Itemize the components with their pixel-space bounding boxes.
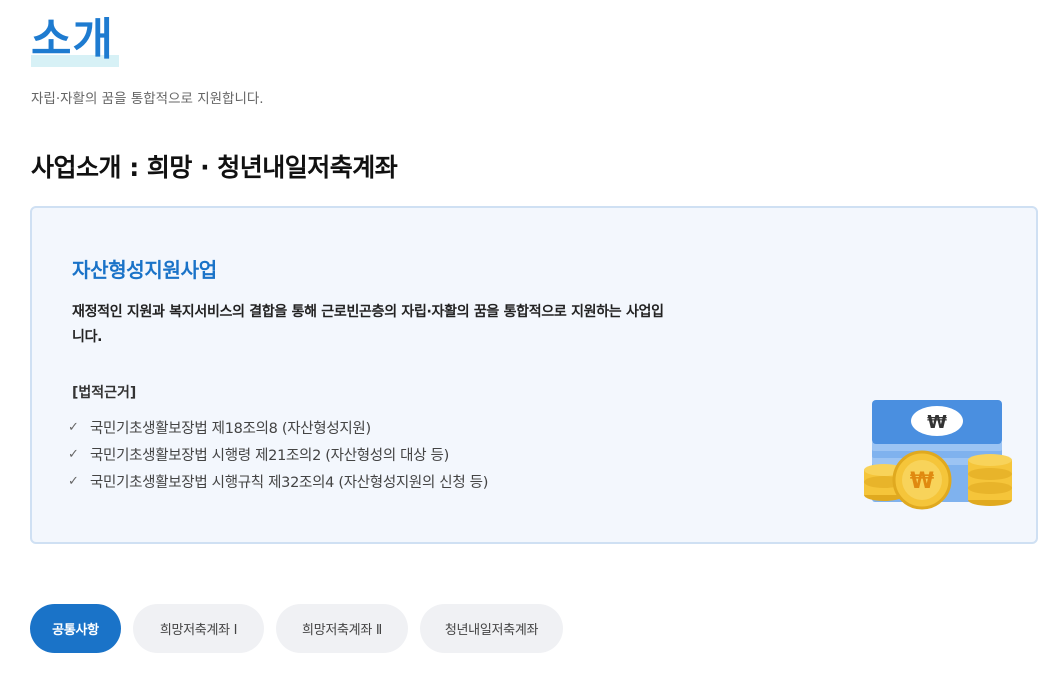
card-title: 자산형성지원사업 <box>72 258 217 282</box>
program-tab-bar: 공통사항 희망저축계좌 Ⅰ 희망저축계좌 Ⅱ 청년내일저축계좌 <box>30 604 563 653</box>
bill-currency-symbol: ₩ <box>927 412 947 433</box>
section-heading: 사업소개 : 희망 · 청년내일저축계좌 <box>31 153 398 182</box>
tab-common[interactable]: 공통사항 <box>30 604 121 653</box>
tab-youth-savings[interactable]: 청년내일저축계좌 <box>420 604 563 653</box>
page-subtitle: 자립·자활의 꿈을 통합적으로 지원합니다. <box>31 91 264 107</box>
card-description: 재정적인 지원과 복지서비스의 결합을 통해 근로빈곤층의 자립·자활의 꿈을 … <box>72 304 664 345</box>
legal-basis-text: 국민기초생활보장법 시행령 제21조의2 (자산형성의 대상 등) <box>90 448 449 464</box>
check-icon: ✓ <box>68 420 79 435</box>
legal-basis-list: ✓ 국민기초생활보장법 제18조의8 (자산형성지원) ✓ 국민기초생활보장법 … <box>68 414 488 495</box>
info-card: 자산형성지원사업 재정적인 지원과 복지서비스의 결합을 통해 근로빈곤층의 자… <box>30 206 1038 544</box>
front-coin: ₩ <box>892 450 952 510</box>
legal-basis-item: ✓ 국민기초생활보장법 시행령 제21조의2 (자산형성의 대상 등) <box>68 441 488 468</box>
check-icon: ✓ <box>68 447 79 462</box>
legal-basis-title: [법적근거] <box>72 385 137 401</box>
legal-basis-text: 국민기초생활보장법 시행규칙 제32조의4 (자산형성지원의 신청 등) <box>90 475 489 491</box>
page-title-wrap: 소개 <box>31 12 119 68</box>
coin-stack-right <box>968 454 1012 506</box>
tab-hope-savings-1[interactable]: 희망저축계좌 Ⅰ <box>133 604 264 653</box>
page-title: 소개 <box>31 14 114 65</box>
legal-basis-item: ✓ 국민기초생활보장법 제18조의8 (자산형성지원) <box>68 414 488 441</box>
tab-hope-savings-2[interactable]: 희망저축계좌 Ⅱ <box>276 604 408 653</box>
money-stack-coins-icon: ₩ ₩ <box>864 400 1012 510</box>
legal-basis-text: 국민기초생활보장법 제18조의8 (자산형성지원) <box>90 421 371 437</box>
check-icon: ✓ <box>68 474 79 489</box>
legal-basis-item: ✓ 국민기초생활보장법 시행규칙 제32조의4 (자산형성지원의 신청 등) <box>68 468 488 495</box>
coin-currency-symbol: ₩ <box>910 469 934 494</box>
